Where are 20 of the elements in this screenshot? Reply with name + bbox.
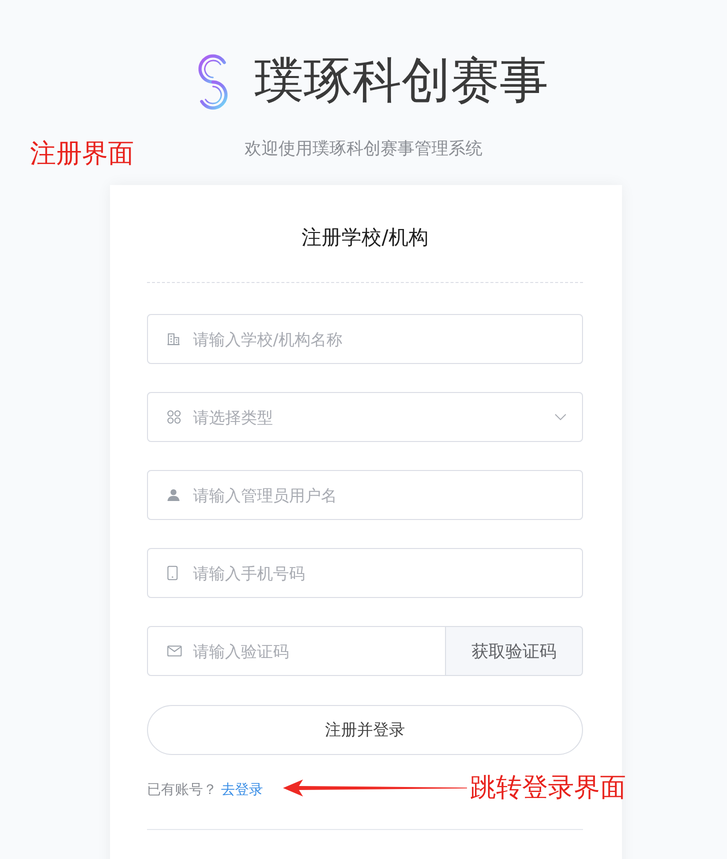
register-button[interactable]: 注册并登录 bbox=[147, 705, 583, 755]
app-title: 璞琢科创赛事 bbox=[254, 51, 548, 111]
user-icon bbox=[167, 488, 180, 502]
annotation-label: 注册界面 bbox=[30, 138, 134, 170]
input-field[interactable]: 请输入手机号码 bbox=[147, 548, 583, 598]
input-field[interactable]: 请输入验证码 bbox=[147, 626, 446, 676]
chevron-down-icon bbox=[554, 414, 567, 420]
input-field[interactable]: 请输入管理员用户名 bbox=[147, 470, 583, 520]
login-link[interactable]: 去登录 bbox=[221, 780, 263, 800]
building-icon bbox=[167, 332, 180, 346]
grid-icon bbox=[167, 410, 181, 424]
input-field[interactable]: 请输入学校/机构名称 bbox=[147, 314, 583, 364]
annotation-label: 跳转登录界面 bbox=[470, 772, 626, 804]
form-title: 注册学校/机构 bbox=[300, 224, 430, 251]
select-field[interactable]: 请选择类型 bbox=[147, 392, 583, 442]
get-code-button[interactable]: 获取验证码 bbox=[446, 626, 583, 676]
phone-icon bbox=[167, 566, 178, 580]
envelope-icon bbox=[167, 646, 182, 656]
login-prompt-text: 已有账号？ bbox=[147, 781, 217, 800]
welcome-subtitle: 欢迎使用璞琢科创赛事管理系统 bbox=[244, 138, 482, 161]
